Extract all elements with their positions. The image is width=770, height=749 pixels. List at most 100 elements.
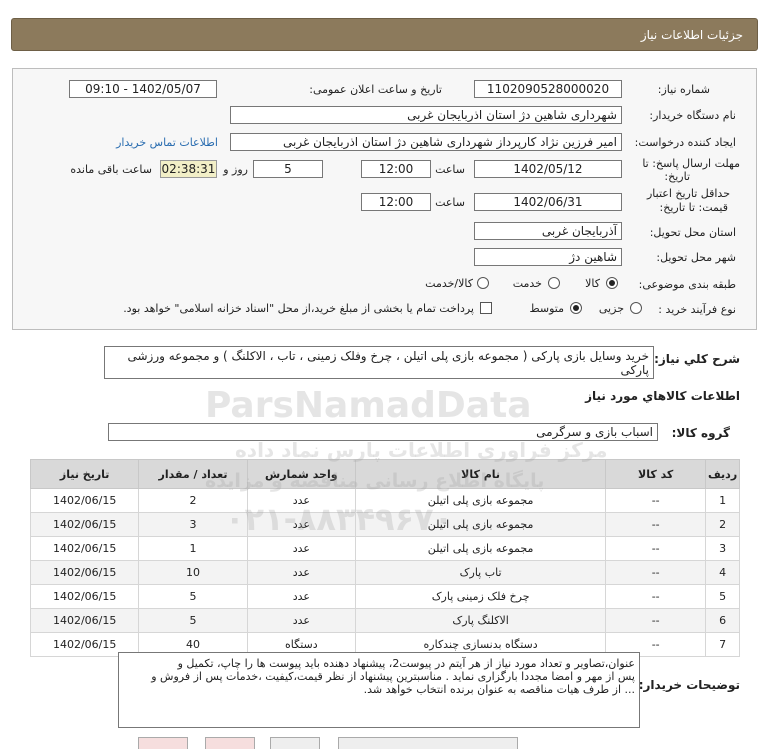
item-name: الاکلنگ پارک — [354, 608, 607, 633]
table-row: 4 -- تاب پارک عدد 10 1402/06/15 — [29, 560, 740, 585]
col-row-header: ردیف — [705, 459, 740, 489]
col-code-header: کد کالا — [605, 459, 707, 489]
deadline-label-line1: مهلت ارسال پاسخ: تا — [642, 157, 740, 170]
table-header-row: ردیف کد کالا نام کالا واحد شمارش تعداد /… — [29, 459, 740, 489]
announce-datetime-field: 1402/05/07 - 09:10 — [69, 80, 217, 98]
table-row: 3 -- مجموعه بازی پلی اتیلن عدد 1 1402/06… — [29, 536, 740, 561]
category-service-radio[interactable] — [548, 277, 560, 289]
remaining-time-label: ساعت باقی مانده — [70, 163, 152, 176]
item-date: 1402/06/15 — [29, 512, 140, 537]
item-date: 1402/06/15 — [29, 584, 140, 609]
treasury-note: پرداخت تمام یا بخشی از مبلغ خرید،از محل … — [123, 302, 474, 315]
item-unit: عدد — [246, 608, 356, 633]
col-date-header: تاریخ نیاز — [29, 459, 140, 489]
category-goods-label: کالا — [585, 277, 600, 290]
row-index: 6 — [705, 608, 740, 633]
item-name: چرخ فلک زمینی پارک — [354, 584, 607, 609]
item-qty: 3 — [138, 512, 248, 537]
buyer-org-label: نام دستگاه خریدار: — [649, 109, 736, 122]
item-date: 1402/06/15 — [29, 560, 140, 585]
buyer-notes-box: عنوان،تصاویر و تعداد مورد نیاز از هر آیت… — [118, 652, 640, 728]
remaining-time-field: 02:38:31 — [160, 160, 217, 178]
row-index: 1 — [705, 488, 740, 513]
process-minor-label: جزیی — [598, 302, 624, 315]
requester-field: امیر فرزین نژاد کارپرداز شهرداری شاهین د… — [230, 133, 622, 151]
category-goods-service-radio[interactable] — [477, 277, 489, 289]
deadline-time-label: ساعت — [435, 163, 465, 176]
row-index: 7 — [705, 632, 740, 657]
bottom-button[interactable] — [338, 737, 518, 749]
table-row: 2 -- مجموعه بازی پلی اتیلن عدد 3 1402/06… — [29, 512, 740, 537]
row-index: 2 — [705, 512, 740, 537]
buyer-notes-line: ... از طرف هیات مناقصه به عنوان برنده ان… — [363, 683, 635, 696]
validity-label-line1: حداقل تاریخ اعتبار — [646, 187, 730, 200]
item-name: تاب پارک — [354, 560, 607, 585]
item-code: -- — [605, 584, 707, 609]
category-label: طبقه بندی موضوعی: — [638, 278, 736, 291]
need-number-field: 1102090528000020 — [474, 80, 622, 98]
deadline-date-field: 1402/05/12 — [474, 160, 622, 178]
deadline-days-field: 5 — [253, 160, 323, 178]
item-qty: 10 — [138, 560, 248, 585]
items-table: ردیف کد کالا نام کالا واحد شمارش تعداد /… — [29, 459, 740, 657]
item-date: 1402/06/15 — [29, 608, 140, 633]
row-index: 5 — [705, 584, 740, 609]
item-qty: 2 — [138, 488, 248, 513]
item-unit: عدد — [246, 488, 356, 513]
deadline-label-line2: تاریخ: — [664, 170, 690, 183]
process-type-label: نوع فرآیند خرید : — [658, 303, 736, 316]
item-date: 1402/06/15 — [29, 488, 140, 513]
need-number-label: شماره نیاز: — [657, 83, 710, 96]
delivery-province-label: استان محل تحویل: — [649, 226, 736, 239]
deadline-days-label: روز و — [223, 163, 248, 176]
validity-time-field: 12:00 — [361, 193, 431, 211]
process-minor-radio[interactable] — [630, 302, 642, 314]
table-row: 6 -- الاکلنگ پارک عدد 5 1402/06/15 — [29, 608, 740, 633]
buyer-notes-label: توضیحات خریدار: — [638, 678, 740, 692]
process-medium-radio[interactable] — [570, 302, 582, 314]
validity-date-field: 1402/06/31 — [474, 193, 622, 211]
item-unit: عدد — [246, 536, 356, 561]
goods-section-title: اطلاعات کالاهاي مورد نياز — [585, 389, 740, 403]
item-qty: 5 — [138, 584, 248, 609]
treasury-checkbox[interactable] — [480, 302, 492, 314]
row-index: 4 — [705, 560, 740, 585]
col-qty-header: تعداد / مقدار — [138, 459, 248, 489]
item-code: -- — [605, 608, 707, 633]
bottom-button[interactable] — [138, 737, 188, 749]
watermark-brand: ParsNamadData — [205, 385, 532, 426]
goods-group-label: گروه کالا: — [671, 426, 730, 440]
item-date: 1402/06/15 — [29, 536, 140, 561]
validity-time-label: ساعت — [435, 196, 465, 209]
buyer-org-field: شهرداری شاهین دژ استان اذربایجان غربی — [230, 106, 622, 124]
col-name-header: نام کالا — [354, 459, 607, 489]
item-qty: 1 — [138, 536, 248, 561]
bottom-button[interactable] — [205, 737, 255, 749]
bottom-button[interactable] — [270, 737, 320, 749]
item-code: -- — [605, 560, 707, 585]
item-unit: عدد — [246, 584, 356, 609]
goods-group-field: اسباب بازی و سرگرمی — [108, 423, 658, 441]
item-name: مجموعه بازی پلی اتیلن — [354, 536, 607, 561]
delivery-city-label: شهر محل تحویل: — [656, 251, 736, 264]
page-title-bar: جزئیات اطلاعات نیاز — [11, 18, 758, 51]
item-name: مجموعه بازی پلی اتیلن — [354, 512, 607, 537]
buyer-contact-link[interactable]: اطلاعات تماس خریدار — [116, 136, 218, 149]
item-name: مجموعه بازی پلی اتیلن — [354, 488, 607, 513]
item-unit: عدد — [246, 560, 356, 585]
delivery-province-field: آذربایجان غربی — [474, 222, 622, 240]
page-title: جزئیات اطلاعات نیاز — [640, 28, 743, 42]
category-goods-radio[interactable] — [606, 277, 618, 289]
general-desc-box: خرید وسایل بازی پارکی ( مجموعه بازی پلی … — [104, 346, 654, 379]
item-code: -- — [605, 512, 707, 537]
requester-label: ایجاد کننده درخواست: — [634, 136, 736, 149]
category-service-label: خدمت — [512, 277, 542, 290]
item-code: -- — [605, 488, 707, 513]
item-unit: عدد — [246, 512, 356, 537]
deadline-time-field: 12:00 — [361, 160, 431, 178]
delivery-city-field: شاهین دژ — [474, 248, 622, 266]
col-unit-header: واحد شمارش — [246, 459, 356, 489]
item-qty: 5 — [138, 608, 248, 633]
table-row: 5 -- چرخ فلک زمینی پارک عدد 5 1402/06/15 — [29, 584, 740, 609]
category-goods-service-label: کالا/خدمت — [425, 277, 473, 290]
